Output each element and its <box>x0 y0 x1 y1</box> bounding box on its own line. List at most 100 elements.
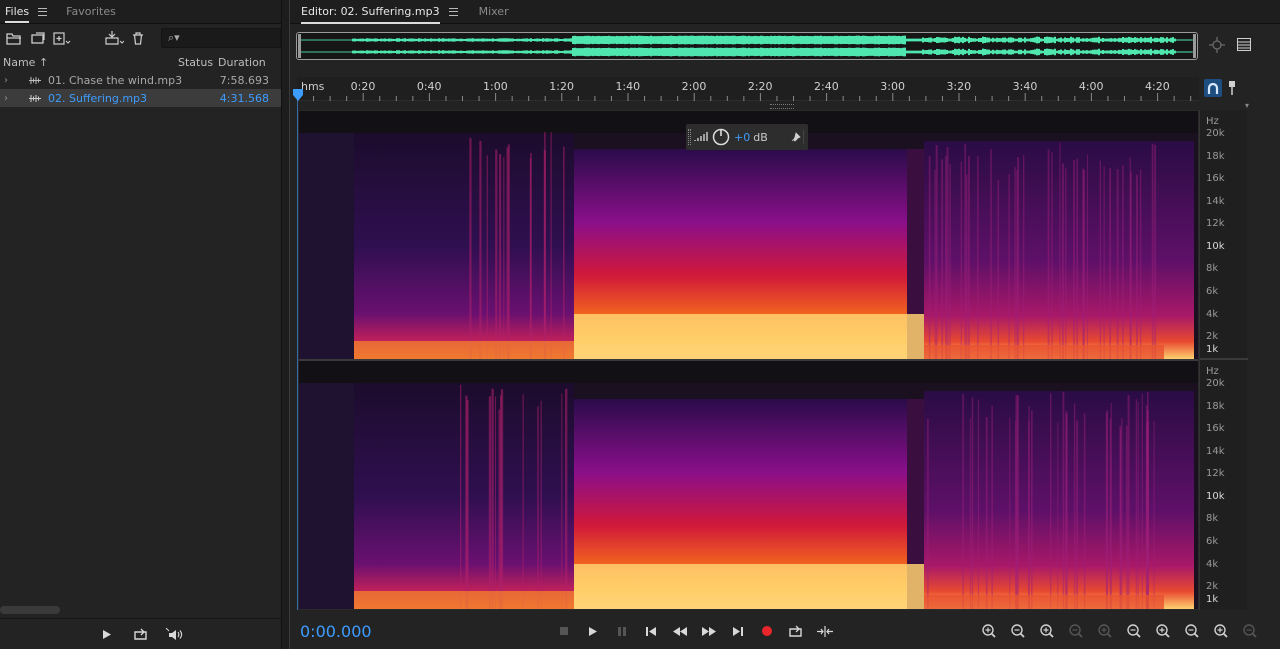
ruler-tick-label: 4:00 <box>1079 80 1104 93</box>
track-resize-handle[interactable] <box>770 104 794 109</box>
ruler-tick-label: 2:00 <box>682 80 707 93</box>
tab-favorites[interactable]: Favorites <box>61 0 124 24</box>
file-name: 01. Chase the wind.mp3 <box>48 73 183 87</box>
insert-into-multitrack-icon[interactable] <box>102 28 126 48</box>
zoom-in-time-icon[interactable] <box>1034 621 1058 641</box>
overview-handle-right[interactable] <box>1193 34 1196 58</box>
play-preview-icon[interactable] <box>95 624 119 644</box>
zoom-reset-icon[interactable] <box>1237 621 1261 641</box>
frequency-label: 2k <box>1206 331 1219 342</box>
zoom-controls <box>976 621 1261 641</box>
frequency-label: 16k <box>1206 173 1225 184</box>
tab-mixer[interactable]: Mixer <box>474 0 517 24</box>
zoom-in-amplitude-icon[interactable] <box>976 621 1000 641</box>
record-icon[interactable] <box>755 621 779 641</box>
zoom-in-at-end-icon[interactable] <box>1150 621 1174 641</box>
panel-menu-icon[interactable] <box>448 7 458 16</box>
spectrum-low-band <box>354 591 574 609</box>
editor-transport-bar: 0:00.000 <box>290 614 1280 649</box>
ruler-tick-label: 0:20 <box>351 80 376 93</box>
file-duration: 4:31.568 <box>219 91 269 105</box>
file-row-2[interactable]: › 02. Suffering.mp3 4:31.568 <box>0 89 281 107</box>
file-row-1[interactable]: › 01. Chase the wind.mp3 7:58.693 <box>0 71 281 89</box>
skip-selection-icon[interactable] <box>813 621 837 641</box>
frequency-label: 12k <box>1206 218 1225 229</box>
column-status[interactable]: Status <box>178 56 213 69</box>
files-panel: Files Favorites ⌕▾ Name ↑ Status Duratio… <box>0 0 282 649</box>
search-icon: ⌕▾ <box>168 31 180 44</box>
display-options-icon[interactable] <box>1237 38 1251 55</box>
tab-editor-label: Editor: 02. Suffering.mp3 <box>301 5 440 24</box>
snap-toggle[interactable] <box>1204 79 1222 97</box>
files-preview-transport <box>0 618 281 649</box>
ruler-tick-label: 3:20 <box>946 80 971 93</box>
overview-handle-left[interactable] <box>298 34 301 58</box>
column-name[interactable]: Name ↑ <box>3 56 48 69</box>
files-search-input[interactable]: ⌕▾ <box>161 28 281 48</box>
zoom-full-icon[interactable] <box>1092 621 1116 641</box>
current-time-display[interactable]: 0:00.000 <box>300 622 372 641</box>
frequency-label: 18k <box>1206 151 1225 162</box>
frequency-label: 1k <box>1206 344 1219 355</box>
frequency-label: 6k <box>1206 536 1219 547</box>
delete-icon[interactable] <box>126 28 150 48</box>
tab-files[interactable]: Files <box>0 0 55 24</box>
files-horizontal-scrollbar[interactable] <box>0 606 60 614</box>
go-to-start-icon[interactable] <box>639 621 663 641</box>
tab-files-label: Files <box>5 5 30 23</box>
frequency-label: 20k <box>1206 128 1225 139</box>
collapse-down-icon[interactable]: ▾ <box>1245 101 1249 110</box>
frequency-label: 4k <box>1206 559 1219 570</box>
audio-file-icon <box>29 95 41 102</box>
frequency-label: 14k <box>1206 446 1225 457</box>
pin-hud-icon[interactable] <box>790 131 802 143</box>
column-duration[interactable]: Duration <box>218 56 266 69</box>
loop-playback-icon[interactable] <box>784 621 808 641</box>
hud-gain-unit: dB <box>753 130 768 144</box>
right-channel-spectrogram[interactable] <box>299 361 1198 609</box>
go-to-end-icon[interactable] <box>726 621 750 641</box>
overview-waveform <box>298 34 1196 58</box>
panel-menu-icon[interactable] <box>38 7 48 16</box>
zoom-in-at-start-icon[interactable] <box>1121 621 1145 641</box>
zoom-out-amplitude-icon[interactable] <box>1005 621 1029 641</box>
spectrum-intro <box>299 133 354 359</box>
spectrum-low-band <box>574 314 924 359</box>
expand-chevron-icon[interactable]: › <box>4 93 8 104</box>
frequency-label: 4k <box>1206 309 1219 320</box>
play-icon[interactable] <box>581 621 605 641</box>
editor-tabs: Editor: 02. Suffering.mp3 Mixer <box>290 0 1280 24</box>
expand-chevron-icon[interactable]: › <box>4 75 8 86</box>
hud-drag-handle-icon[interactable] <box>688 129 691 145</box>
amplitude-hud[interactable]: +0 dB <box>686 124 808 150</box>
overview-waveform-navigator[interactable] <box>296 32 1198 60</box>
frequency-label: Hz <box>1206 116 1219 127</box>
spectral-frequency-display[interactable] <box>298 110 1199 610</box>
zoom-selection-icon[interactable] <box>1179 621 1203 641</box>
import-file-icon[interactable] <box>26 28 50 48</box>
spectrum-intro <box>299 383 354 609</box>
auto-play-volume-icon[interactable] <box>163 624 187 644</box>
playhead-marker-icon[interactable] <box>292 88 304 105</box>
zoom-crosshair-icon[interactable] <box>1208 36 1226 58</box>
zoom-out-time-icon[interactable] <box>1063 621 1087 641</box>
frequency-label: 10k <box>1206 491 1225 502</box>
open-file-icon[interactable] <box>2 28 26 48</box>
zoom-to-selection-icon[interactable] <box>1208 621 1232 641</box>
loop-preview-icon[interactable] <box>129 624 153 644</box>
tab-editor[interactable]: Editor: 02. Suffering.mp3 <box>296 0 466 24</box>
rewind-icon[interactable] <box>668 621 692 641</box>
volume-knob-icon[interactable] <box>712 128 730 146</box>
time-ruler[interactable]: 0:20 0:40 1:00 1:20 1:40 2:00 2:20 2:40 3:00 3:20… <box>297 77 1199 101</box>
stop-icon[interactable] <box>552 621 576 641</box>
ruler-tick-label: 2:40 <box>814 80 839 93</box>
fast-forward-icon[interactable] <box>697 621 721 641</box>
marker-pin-icon[interactable] <box>1227 80 1237 99</box>
frequency-scale[interactable]: Hz 20k 18k 16k 14k 12k 10k 8k 6k 4k 2k 1k Hz 20k 18k 16… <box>1199 110 1248 610</box>
pause-icon[interactable] <box>610 621 634 641</box>
channel-divider <box>1200 358 1248 360</box>
ruler-tick-label: 2:20 <box>748 80 773 93</box>
ruler-tick-label: 0:40 <box>417 80 442 93</box>
spectrum-section-c <box>924 391 1194 609</box>
new-file-icon[interactable] <box>50 28 74 48</box>
